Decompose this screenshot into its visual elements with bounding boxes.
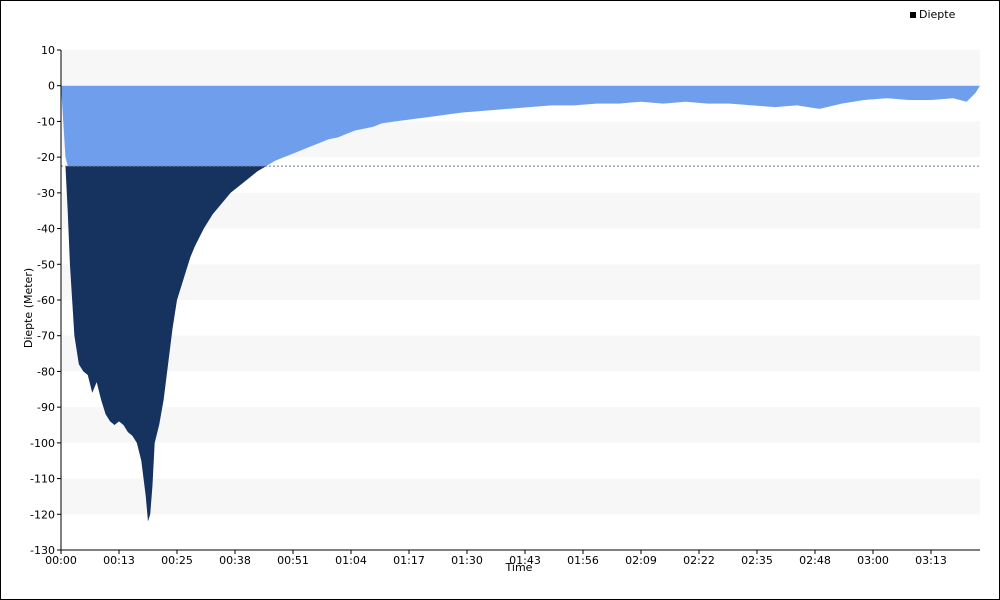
x-axis-label: Time bbox=[505, 561, 533, 574]
x-tick-label: 01:56 bbox=[567, 554, 599, 567]
y-tick-label: -50 bbox=[37, 258, 55, 271]
x-tick-label: 01:04 bbox=[335, 554, 367, 567]
grid-band bbox=[61, 407, 980, 443]
x-tick-label: 00:13 bbox=[103, 554, 135, 567]
x-ticks: 00:00 00:13 00:25 00:38 00:51 01:04 01:17 01:30… bbox=[45, 550, 947, 567]
legend-swatch bbox=[910, 11, 916, 18]
y-tick-label: -100 bbox=[30, 437, 55, 450]
y-tick-label: 10 bbox=[41, 44, 55, 57]
grid-band bbox=[61, 50, 980, 86]
y-tick-label: -110 bbox=[30, 473, 55, 486]
y-tick-label: -80 bbox=[37, 365, 55, 378]
y-tick-label: -70 bbox=[37, 330, 55, 343]
y-tick-label: -120 bbox=[30, 508, 55, 521]
y-tick-label: -40 bbox=[37, 223, 55, 236]
grid-band bbox=[61, 335, 980, 372]
x-tick-label: 00:00 bbox=[45, 554, 77, 567]
x-tick-label: 02:09 bbox=[625, 554, 657, 567]
y-tick-label: -60 bbox=[37, 294, 55, 307]
y-tick-label: -10 bbox=[37, 115, 55, 128]
depth-chart: 10 0 -10 -20 -30 -40 -50 -60 -70 -80 -90 -100 -110 -1… bbox=[22, 44, 980, 574]
x-tick-label: 00:38 bbox=[219, 554, 251, 567]
x-tick-label: 02:35 bbox=[741, 554, 773, 567]
y-tick-label: -90 bbox=[37, 401, 55, 414]
legend: Diepte bbox=[910, 8, 955, 21]
y-tick-label: -20 bbox=[37, 151, 55, 164]
y-tick-label: 0 bbox=[48, 80, 55, 93]
x-tick-label: 00:51 bbox=[277, 554, 309, 567]
grid-band bbox=[61, 478, 980, 515]
grid-band bbox=[61, 264, 980, 300]
x-tick-label: 01:30 bbox=[451, 554, 483, 567]
x-tick-label: 03:13 bbox=[915, 554, 947, 567]
legend-label: Diepte bbox=[919, 8, 956, 21]
y-axis-label: Diepte (Meter) bbox=[22, 268, 35, 348]
x-tick-label: 01:17 bbox=[393, 554, 425, 567]
x-tick-label: 02:22 bbox=[683, 554, 715, 567]
y-tick-label: -30 bbox=[37, 187, 55, 200]
x-tick-label: 03:00 bbox=[857, 554, 889, 567]
x-tick-label: 02:48 bbox=[799, 554, 831, 567]
x-tick-label: 00:25 bbox=[161, 554, 193, 567]
